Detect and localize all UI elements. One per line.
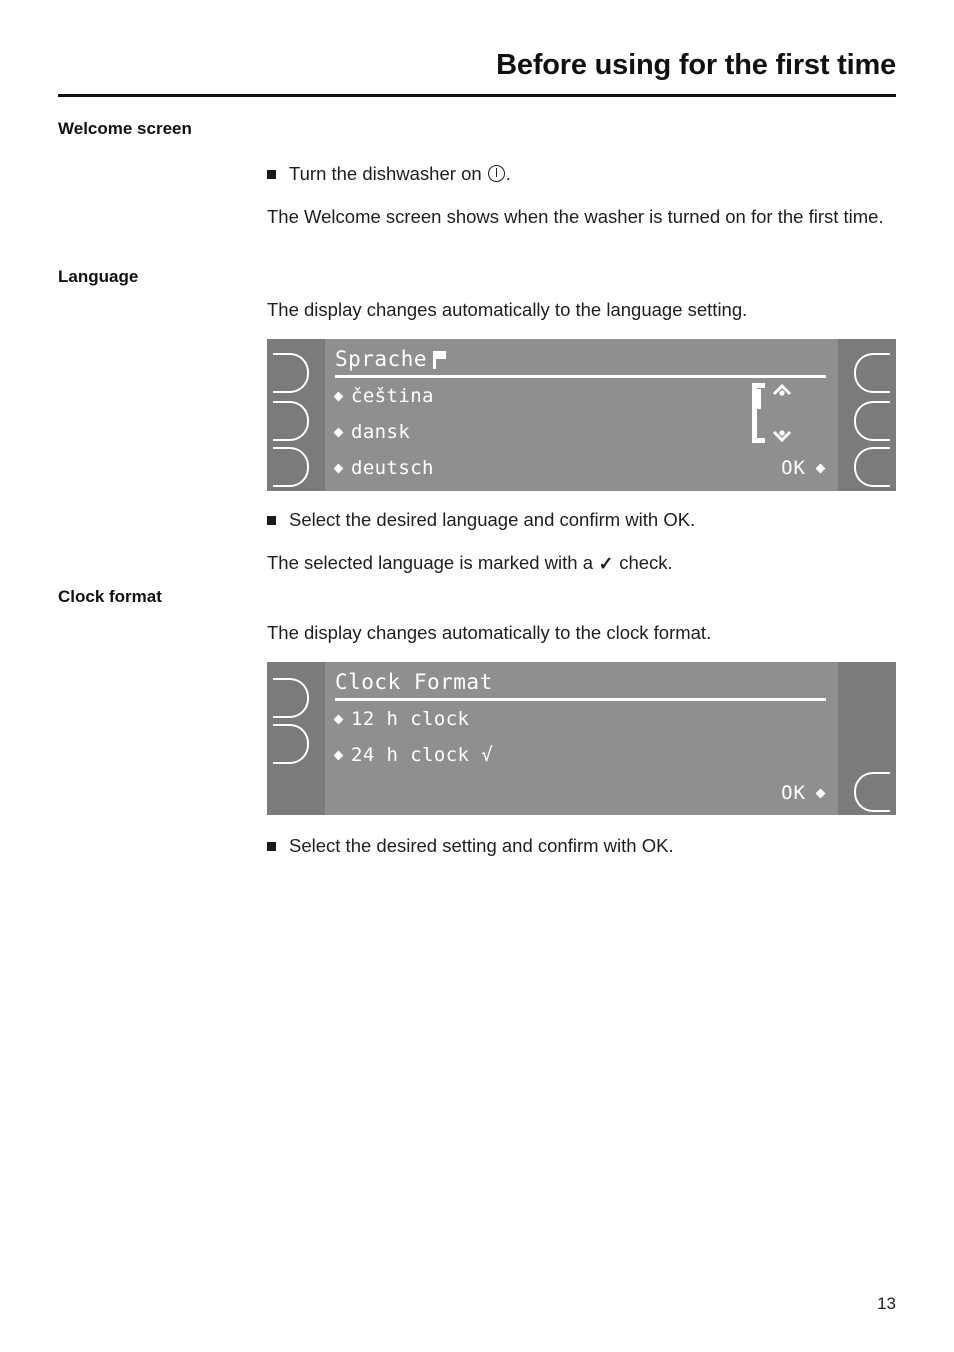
display-title-divider [335,698,826,701]
instruction-turn-on-suffix: . [505,163,511,184]
option-bullet-icon [333,750,344,761]
section-welcome-screen: Welcome screen Turn the dishwasher on . … [58,118,896,266]
option-bullet-icon [333,463,344,474]
language-display-panel: Sprache čeština dansk deutsch OK [267,339,896,491]
display-right-button-1[interactable] [854,772,890,812]
language-option-dansk[interactable]: dansk [333,421,411,443]
body-grid: Welcome screen Turn the dishwasher on . … [58,118,896,866]
language-display-screen: Sprache čeština dansk deutsch OK [325,339,838,491]
instruction-turn-on: Turn the dishwasher on . [267,160,896,187]
option-bullet-icon [333,427,344,438]
language-check-note-before: The selected language is marked with a [267,552,593,573]
clock-option-12h-label: 12 h clock [351,708,470,730]
instruction-select-language: Select the desired language and confirm … [267,506,896,533]
display-left-button-1[interactable] [273,678,309,718]
language-intro-paragraph: The display changes automatically to the… [267,299,748,320]
option-bullet-icon [333,714,344,725]
display-left-button-2[interactable] [273,401,309,441]
section-clock-format: Clock format The display changes automat… [58,586,896,866]
ok-bullet-icon [815,788,826,799]
language-option-dansk-label: dansk [351,421,411,443]
clock-option-12h[interactable]: 12 h clock [333,708,470,730]
language-option-cestina-label: čeština [351,385,434,407]
clock-option-24h-label: 24 h clock √ [351,744,494,766]
instruction-select-setting: Select the desired setting and confirm w… [267,832,896,859]
language-option-deutsch[interactable]: deutsch [333,457,434,479]
display-ok-label-language[interactable]: OK [781,457,826,479]
display-left-button-2[interactable] [273,724,309,764]
display-left-button-3[interactable] [273,447,309,487]
chevron-down-icon[interactable] [772,428,792,442]
instruction-select-language-text: Select the desired language and confirm … [289,509,696,530]
option-bullet-icon [333,391,344,402]
section-heading-welcome-screen: Welcome screen [58,119,192,138]
check-icon: ✓ [598,554,614,575]
display-right-button-2[interactable] [854,401,890,441]
clock-format-display-screen: Clock Format 12 h clock 24 h clock √ OK [325,662,838,815]
header-divider [58,93,896,97]
ok-bullet-icon [815,463,826,474]
display-title-sprache: Sprache [335,347,447,371]
section-content-welcome-screen: Turn the dishwasher on . The Welcome scr… [267,118,896,230]
section-language: Language The display changes automatical… [58,266,896,586]
clock-option-24h[interactable]: 24 h clock √ [333,744,494,766]
section-content-language: The display changes automatically to the… [267,266,896,578]
bullet-square-icon [267,516,276,525]
bullet-square-icon [267,842,276,851]
ok-text: OK [781,457,806,479]
language-check-note-after: check. [619,552,673,573]
clock-format-display-panel: Clock Format 12 h clock 24 h clock √ OK [267,662,896,815]
page-title: Before using for the first time [496,49,896,81]
display-ok-label-clock[interactable]: OK [781,782,826,804]
page-header: Before using for the first time [58,49,896,97]
flag-icon [433,351,447,369]
display-right-button-1[interactable] [854,353,890,393]
instruction-select-setting-text: Select the desired setting and confirm w… [289,835,674,856]
display-title-divider [335,375,826,378]
display-right-button-3[interactable] [854,447,890,487]
chevron-up-icon[interactable] [772,384,792,398]
language-check-note: The selected language is marked with a ✓… [267,549,896,578]
scroll-up-down-icon[interactable] [752,383,804,443]
scroll-thumb [752,389,761,409]
language-option-cestina[interactable]: čeština [333,385,434,407]
welcome-screen-paragraph: The Welcome screen shows when the washer… [267,206,884,227]
power-icon [487,165,505,182]
document-page: Before using for the first time Welcome … [0,0,954,1352]
language-option-deutsch-label: deutsch [351,457,434,479]
section-heading-clock-format: Clock format [58,587,162,606]
bullet-square-icon [267,170,276,179]
clock-intro-paragraph: The display changes automatically to the… [267,622,712,643]
display-left-button-1[interactable] [273,353,309,393]
instruction-turn-on-text: Turn the dishwasher on [289,163,482,184]
section-heading-language: Language [58,267,139,286]
page-number: 13 [877,1294,896,1313]
ok-text: OK [781,782,806,804]
section-content-clock-format: The display changes automatically to the… [267,586,896,859]
display-title-text: Sprache [335,347,428,371]
display-title-clock-format: Clock Format [335,670,493,694]
